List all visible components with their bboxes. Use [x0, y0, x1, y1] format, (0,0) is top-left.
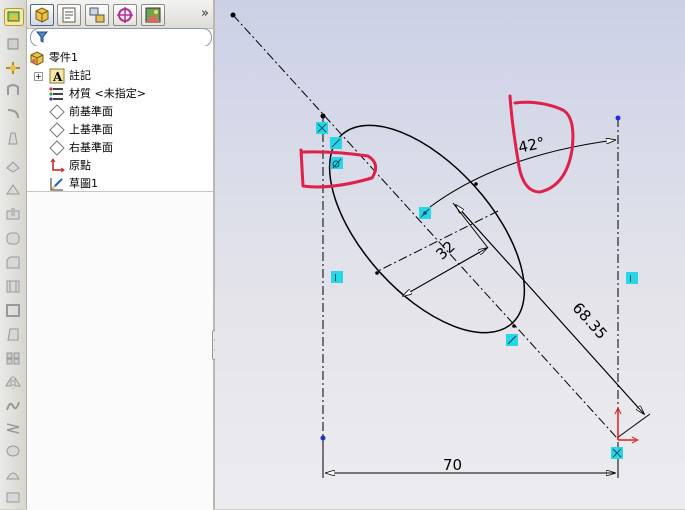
- sketch-point[interactable]: [230, 12, 236, 18]
- feature-tree: 零件1 + A 註記 材質 <未指定> 前基準面 上基準面 右基準面 原點 草圖…: [27, 46, 213, 191]
- tree-item-annotations[interactable]: + A 註記: [29, 67, 209, 84]
- origin-icon: [50, 158, 65, 173]
- midpoint-relation-icon[interactable]: [419, 207, 431, 219]
- tree-filter-input[interactable]: [30, 28, 212, 47]
- chamfer-icon[interactable]: [4, 254, 22, 270]
- sketch-icon: [50, 178, 63, 191]
- diagonal-dimension-extension: [616, 413, 651, 439]
- tangent-relation-icon[interactable]: [330, 137, 342, 149]
- filter-icon: [36, 31, 48, 43]
- diagonal-centerline[interactable]: [232, 14, 618, 439]
- hole-icon[interactable]: [4, 206, 22, 222]
- coincident-relation-icon[interactable]: [611, 447, 623, 459]
- sketch-canvas[interactable]: 70 68.35 32 42° I I: [215, 0, 685, 509]
- tree-item-origin[interactable]: 原點: [29, 157, 209, 174]
- command-toolbar: [0, 0, 27, 509]
- display-manager-tab[interactable]: [141, 4, 165, 26]
- revolve-icon[interactable]: [4, 82, 22, 98]
- sketch-point[interactable]: [320, 113, 326, 119]
- ellipse-quadrant-point[interactable]: [474, 182, 478, 186]
- vertical-relation-icon[interactable]: I: [331, 271, 343, 284]
- plane-icon: [49, 104, 65, 120]
- tree-item-label: 草圖1: [69, 177, 98, 190]
- coincident-relation-icon[interactable]: [506, 334, 518, 346]
- loft-icon[interactable]: [4, 130, 22, 146]
- tree-item-front-plane[interactable]: 前基準面: [29, 103, 209, 120]
- coincident-relation-icon[interactable]: [316, 122, 328, 134]
- shell-icon[interactable]: [4, 302, 22, 318]
- cut-revolve-icon[interactable]: [4, 182, 22, 198]
- sketch-tool-icon[interactable]: [4, 8, 24, 26]
- tangent-relation-icon[interactable]: [331, 157, 343, 169]
- tree-item-label: 右基準面: [69, 141, 113, 154]
- wrap-icon[interactable]: [4, 488, 22, 504]
- curves-icon[interactable]: [4, 398, 22, 414]
- expand-toggle[interactable]: +: [34, 72, 43, 81]
- reference-geometry-icon[interactable]: [4, 442, 22, 458]
- feature-tree-empty-area: [27, 191, 213, 510]
- ellipse-quadrant-point[interactable]: [375, 271, 379, 275]
- move-icon[interactable]: [4, 60, 22, 76]
- feature-manager-tab[interactable]: [30, 4, 54, 26]
- minor-axis-centerline[interactable]: [375, 210, 499, 273]
- dimxpert-tab[interactable]: [113, 4, 137, 26]
- angle-dimension-text[interactable]: 42°: [517, 134, 547, 157]
- spring-icon[interactable]: [4, 420, 22, 436]
- cut-extrude-icon[interactable]: [4, 158, 22, 174]
- ellipse-quadrant-point[interactable]: [512, 324, 516, 328]
- plane-icon: [49, 140, 65, 156]
- rib-icon[interactable]: [4, 278, 22, 294]
- sweep-icon[interactable]: [4, 106, 22, 122]
- vertical-relation-label: I: [334, 273, 337, 284]
- plane-icon: [49, 122, 65, 138]
- tree-item-label: 原點: [69, 159, 91, 172]
- property-manager-tab[interactable]: [57, 4, 81, 26]
- tree-item-sketch[interactable]: 草圖1: [29, 175, 209, 192]
- tree-item-material[interactable]: 材質 <未指定>: [29, 85, 209, 102]
- extrude-icon[interactable]: [4, 36, 22, 52]
- material-icon: [49, 87, 63, 101]
- manager-tabs: »: [27, 0, 213, 29]
- tree-item-top-plane[interactable]: 上基準面: [29, 121, 209, 138]
- vertical-relation-label: I: [629, 274, 632, 285]
- fillet-icon[interactable]: [4, 230, 22, 246]
- sketch-point[interactable]: [320, 435, 326, 441]
- vertical-relation-icon[interactable]: I: [626, 272, 638, 285]
- more-tabs-button[interactable]: »: [201, 6, 209, 21]
- tree-item-part[interactable]: 零件1: [29, 49, 209, 66]
- annotations-icon: A: [49, 68, 65, 84]
- tree-item-right-plane[interactable]: 右基準面: [29, 139, 209, 156]
- part-icon: [30, 51, 44, 66]
- sketch-ellipse[interactable]: [294, 92, 559, 366]
- feature-manager-panel: » 零件1 + A 註記 材質 <未指定> 前基準面 上基準面 右基準面 原點 …: [27, 0, 214, 510]
- draft-icon[interactable]: [4, 326, 22, 342]
- mirror-icon[interactable]: [4, 374, 22, 390]
- configuration-manager-tab[interactable]: [85, 4, 109, 26]
- sketch-point[interactable]: [615, 115, 621, 121]
- tree-item-label: 材質 <未指定>: [69, 87, 146, 100]
- dome-icon[interactable]: [4, 466, 22, 482]
- pattern-icon[interactable]: [4, 350, 22, 366]
- graphics-area[interactable]: 70 68.35 32 42° I I: [215, 0, 685, 509]
- svg-text:A: A: [52, 70, 63, 84]
- width-dimension-text[interactable]: 70: [443, 456, 462, 474]
- tree-item-label: 前基準面: [69, 105, 113, 118]
- tree-item-label: 註記: [69, 69, 91, 82]
- tree-item-label: 上基準面: [69, 123, 113, 136]
- diagonal-dimension-text[interactable]: 68.35: [569, 299, 611, 343]
- tree-item-label: 零件1: [49, 51, 78, 64]
